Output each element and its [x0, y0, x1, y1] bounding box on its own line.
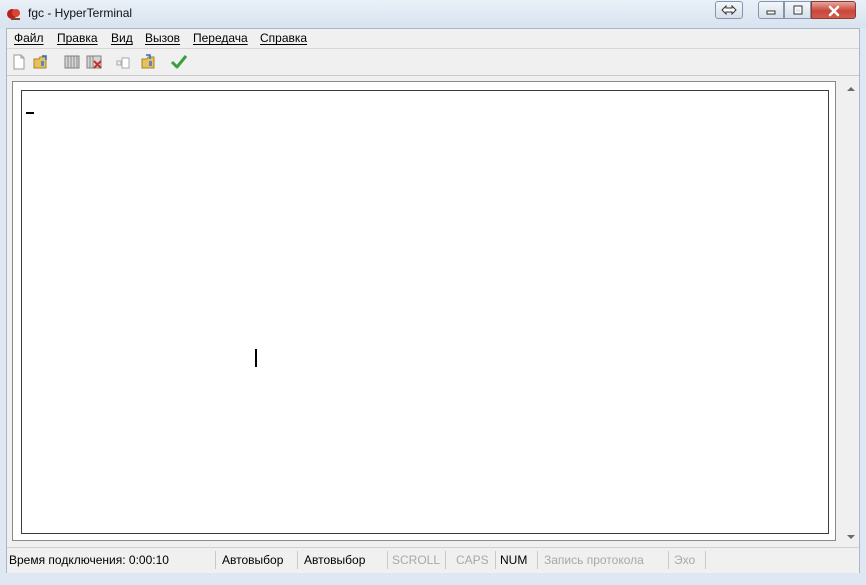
new-document-icon[interactable] — [10, 53, 28, 71]
call-properties-icon[interactable] — [63, 53, 81, 71]
menu-edit[interactable]: Правка — [57, 31, 98, 45]
resize-arrows-button[interactable] — [715, 1, 743, 19]
title-bar: fgc - HyperTerminal — [0, 0, 866, 28]
main-window: Файл Правка Вид Вызов Передача Справка В… — [6, 28, 860, 573]
menu-view[interactable]: Вид — [111, 31, 133, 45]
status-autodetect-speed: Автовыбор — [302, 551, 388, 569]
status-scroll: SCROLL — [390, 551, 446, 569]
open-folder-icon[interactable] — [32, 53, 50, 71]
minimize-button[interactable] — [758, 1, 784, 19]
window-title: fgc - HyperTerminal — [28, 6, 133, 20]
status-autodetect-emulation: Автовыбор — [220, 551, 298, 569]
menu-transfer[interactable]: Передача — [193, 31, 248, 45]
minimize-icon — [766, 10, 776, 15]
scroll-down-arrow-icon[interactable] — [847, 535, 855, 539]
ibeam-mouse-cursor — [255, 349, 257, 367]
menu-help[interactable]: Справка — [260, 31, 307, 45]
menu-file[interactable]: Файл — [14, 31, 44, 45]
scroll-up-arrow-icon[interactable] — [847, 87, 855, 91]
status-bar: Время подключения: 0:00:10 Автовыбор Авт… — [7, 547, 859, 573]
terminal-cursor — [26, 112, 34, 114]
status-capture: Запись протокола — [542, 551, 669, 569]
menu-bar: Файл Правка Вид Вызов Передача Справка — [7, 29, 859, 49]
close-button[interactable] — [811, 1, 856, 19]
properties-check-icon[interactable] — [170, 53, 188, 71]
maximize-icon — [793, 5, 802, 15]
status-caps: CAPS — [454, 551, 496, 569]
double-arrow-icon — [721, 5, 737, 15]
menu-call[interactable]: Вызов — [145, 31, 180, 45]
maximize-button[interactable] — [784, 1, 811, 19]
receive-file-icon[interactable] — [140, 53, 158, 71]
status-echo: Эхо — [672, 551, 706, 569]
vertical-scrollbar[interactable] — [842, 79, 859, 547]
status-connection-time: Время подключения: 0:00:10 — [7, 551, 216, 569]
send-file-icon[interactable] — [115, 53, 133, 71]
hyperterminal-app-icon[interactable] — [6, 6, 22, 22]
status-num: NUM — [498, 551, 538, 569]
disconnect-icon[interactable] — [85, 53, 103, 71]
close-icon — [828, 5, 839, 17]
terminal-screen[interactable] — [21, 90, 829, 534]
toolbar — [7, 49, 859, 76]
terminal-frame — [12, 81, 836, 541]
